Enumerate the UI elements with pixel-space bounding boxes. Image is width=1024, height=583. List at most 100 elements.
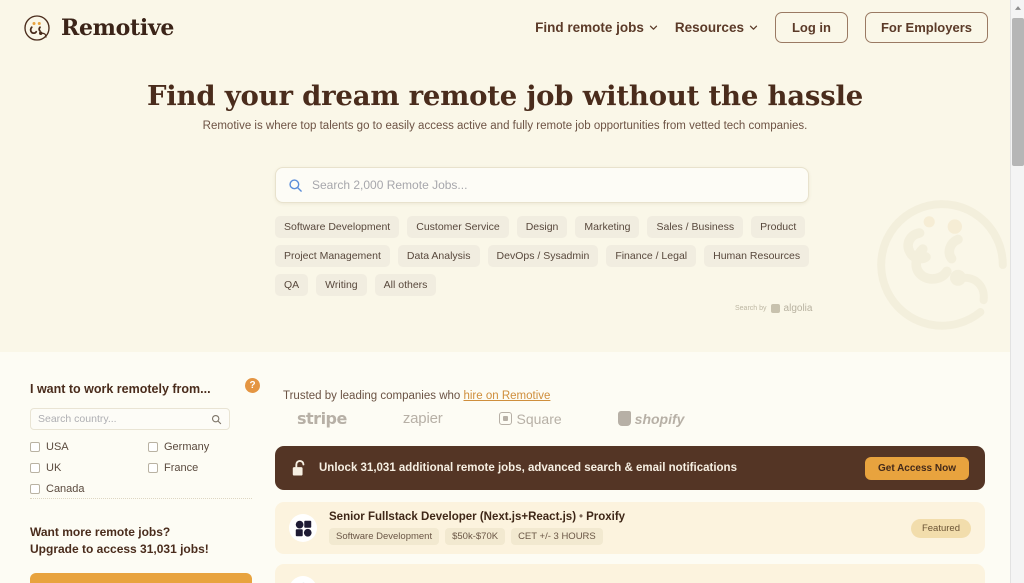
shopify-logo-icon: shopify [617,410,685,427]
job-card-body: Senior Fullstack Developer (Next.js+Reac… [329,511,899,545]
country-checkbox-canada[interactable]: Canada [30,483,148,495]
upsell-block: Want more remote jobs? Upgrade to access… [30,524,260,558]
search-icon [289,178,302,192]
job-tag[interactable]: CET +/- 3 HOURS [511,528,603,545]
job-company: Proxify [586,511,626,523]
shopify-logo-label: shopify [634,410,685,427]
proxify-logo-icon [289,514,317,542]
square-logo-icon: Square [498,410,562,427]
job-card[interactable]: Senior Fullstack Developer (Next.js+Reac… [275,502,985,554]
category-tag[interactable]: Product [751,216,806,238]
search-icon [211,414,222,424]
square-mark-icon [498,412,512,425]
upgrade-cta-button[interactable] [30,573,252,583]
remotive-watermark-logo-icon [877,200,1007,330]
category-tag[interactable]: All others [374,274,437,296]
search-input[interactable] [312,178,796,192]
sidebar-divider [30,498,252,499]
category-tag[interactable]: Customer Service [407,216,509,238]
unlock-padlock-icon [292,459,305,476]
country-label: Germany [164,441,210,453]
country-label: UK [46,462,62,474]
hero-title: Find your dream remote job without the h… [146,80,864,112]
banner-text: Unlock 31,031 additional remote jobs, ad… [319,462,737,474]
country-search-input[interactable] [38,413,206,425]
chevron-down-icon [649,25,658,30]
japwe-logo-icon [289,576,317,583]
category-tag[interactable]: Software Development [275,216,400,238]
country-search-field[interactable] [30,408,230,430]
sidebar-title: I want to work remotely from... [30,382,211,396]
category-tag[interactable]: QA [275,274,309,296]
page-root: Remotive Find remote jobs Resources Log … [0,0,1024,583]
chevron-down-icon [749,25,758,30]
stripe-logo-icon: stripe [297,409,347,428]
job-title: Senior Fullstack Developer (Next.js+Reac… [329,511,577,523]
category-tag[interactable]: DevOps / Sysadmin [487,245,599,267]
checkbox-icon[interactable] [30,484,40,494]
category-tag[interactable]: Marketing [575,216,640,238]
filter-sidebar: I want to work remotely from... ? USA Ge… [30,378,260,495]
help-icon[interactable]: ? [245,378,260,393]
job-title-row: Senior Fullstack Developer (Next.js+Reac… [329,511,899,523]
job-tag-list: Software Development $50k-$70K CET +/- 3… [329,528,899,545]
content-section: I want to work remotely from... ? USA Ge… [0,352,1010,583]
country-checkbox-uk[interactable]: UK [30,462,148,474]
company-logo-row: stripe zapier Square shopify [283,409,983,428]
category-tag[interactable]: Human Resources [704,245,810,267]
main-nav: Find remote jobs Resources Log in For Em… [535,12,988,43]
checkbox-icon[interactable] [148,442,158,452]
shopify-bag-icon [617,411,631,426]
country-label: Canada [46,483,85,495]
hero-subtitle: Remotive is where top talents go to easi… [202,120,808,132]
algolia-icon [770,304,780,313]
category-tag[interactable]: Data Analysis [397,245,480,267]
category-tag[interactable]: Design [516,216,568,238]
scroll-up-arrow-icon[interactable] [1014,5,1022,11]
site-header: Remotive Find remote jobs Resources Log … [0,0,1010,55]
scrollbar-thumb[interactable] [1012,18,1024,166]
category-tag[interactable]: Finance / Legal [606,245,697,267]
square-logo-label: Square [516,410,562,427]
algolia-attribution: Search by algolia [735,303,812,314]
job-tag[interactable]: Software Development [329,528,440,545]
checkbox-icon[interactable] [30,442,40,452]
checkbox-icon[interactable] [30,463,40,473]
checkbox-icon[interactable] [148,463,158,473]
upsell-line-2: Upgrade to access 31,031 jobs! [30,542,209,556]
brand-name: Remotive [61,14,175,41]
category-tag[interactable]: Writing [316,274,367,296]
country-checkbox-germany[interactable]: Germany [148,441,240,453]
nav-item-label: Find remote jobs [535,20,644,35]
trusted-by-text: Trusted by leading companies who hire on… [283,390,983,402]
country-label: USA [46,441,69,453]
zapier-logo-icon: zapier [402,410,443,427]
for-employers-button[interactable]: For Employers [864,12,988,43]
hero-section: Remotive Find remote jobs Resources Log … [0,0,1010,352]
job-tag[interactable]: $50k-$70K [445,528,506,545]
login-button[interactable]: Log in [774,12,848,43]
upgrade-banner: Unlock 31,031 additional remote jobs, ad… [275,446,985,490]
country-checkbox-france[interactable]: France [148,462,240,474]
job-search-bar[interactable] [275,167,809,203]
hire-on-remotive-link[interactable]: hire on Remotive [463,390,550,402]
category-tag[interactable]: Sales / Business [647,216,744,238]
algolia-prefix: Search by [735,305,767,312]
page-scrollbar[interactable] [1010,0,1024,583]
job-card[interactable]: Freelance Writer•JAPWE [275,564,985,583]
job-separator: • [579,511,584,523]
country-checkbox-grid: USA Germany UK France Canada [30,441,240,495]
category-tag[interactable]: Project Management [275,245,390,267]
nav-item-label: Resources [674,20,744,35]
nav-item-resources[interactable]: Resources [675,20,758,35]
upsell-line-1: Want more remote jobs? [30,525,171,539]
brand-logo[interactable]: Remotive [22,13,174,43]
nav-item-find-remote-jobs[interactable]: Find remote jobs [535,20,658,35]
get-access-now-button[interactable]: Get Access Now [865,456,969,480]
category-tag-list: Software Development Customer Service De… [275,216,835,296]
country-checkbox-usa[interactable]: USA [30,441,148,453]
trusted-by-prefix: Trusted by leading companies who [283,390,464,402]
remotive-smiley-logo-icon [24,14,50,41]
country-label: France [164,462,199,474]
featured-badge: Featured [910,518,971,538]
